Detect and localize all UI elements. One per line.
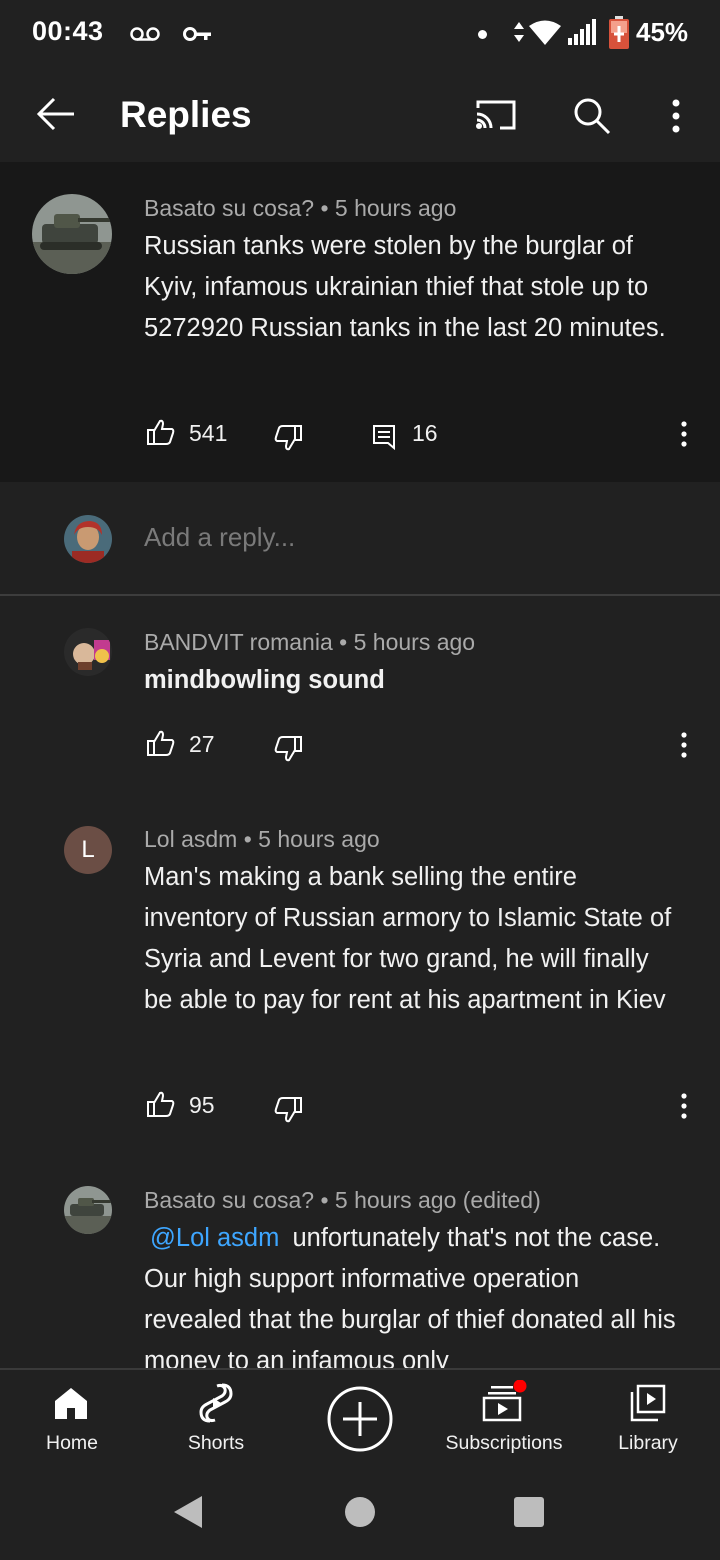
vpn-key-icon [183,27,211,41]
like-icon[interactable] [146,418,176,446]
status-bar: 00:43 45% [0,0,720,68]
app-bar [0,68,720,162]
comment-time: 5 hours ago (edited) [334,1187,541,1213]
more-vert-icon[interactable] [680,732,688,758]
wifi-icon [529,20,561,45]
add-reply-input[interactable]: Add a reply... [144,522,295,553]
nav-subscriptions[interactable]: Subscriptions [434,1432,574,1455]
comment-time: 5 hours ago [353,629,476,655]
page-title: Replies [120,94,252,135]
mention-link[interactable]: @Lol asdm [144,1224,285,1252]
voicemail-icon [130,27,160,41]
comment-author[interactable]: Basato su cosa? [144,195,314,221]
like-icon[interactable] [146,729,176,757]
reply-count: 16 [412,420,438,446]
like-count: 95 [189,1092,215,1118]
reply-icon[interactable] [372,424,398,450]
nav-library[interactable]: Library [578,1432,718,1455]
more-vert-icon[interactable] [670,98,682,134]
comment-meta: BANDVIT romania • 5 hours ago [144,629,476,655]
dislike-icon[interactable] [273,735,303,763]
more-vert-icon[interactable] [680,1093,688,1119]
back-arrow-icon[interactable] [36,96,76,132]
library-icon[interactable] [630,1384,666,1422]
avatar[interactable] [64,1186,112,1234]
like-count: 541 [189,420,228,446]
like-count: 27 [189,731,215,757]
comment-time: 5 hours ago [258,826,380,852]
home-icon[interactable] [54,1386,88,1420]
comment-text: mindbowling sound [144,666,385,694]
avatar [64,515,112,563]
notification-dot-icon [478,30,487,39]
shorts-icon[interactable] [198,1382,234,1424]
nav-home[interactable]: Home [2,1432,142,1455]
divider [0,594,720,596]
avatar[interactable]: L [64,826,112,874]
cast-icon[interactable] [474,98,518,132]
avatar[interactable] [32,194,112,274]
data-arrows-icon [514,22,524,42]
signal-icon [568,19,596,45]
avatar[interactable] [64,628,112,676]
dislike-icon[interactable] [273,424,303,452]
battery-icon [609,16,629,49]
comment-meta: Lol asdm • 5 hours ago [144,826,380,852]
comment-author[interactable]: Lol asdm [144,826,237,852]
comment-text: Man's making a bank selling the entire i… [144,863,672,1014]
search-icon[interactable] [572,96,612,136]
comment-author[interactable]: BANDVIT romania [144,629,333,655]
home-nav-icon[interactable] [345,1497,375,1527]
battery-percent: 45% [636,17,689,47]
comment-text: Russian tanks were stolen by the burglar… [144,232,666,342]
back-nav-icon[interactable] [172,1494,204,1530]
comment-time: 5 hours ago [334,195,457,221]
comment-meta: Basato su cosa? • 5 hours ago [144,195,457,221]
comment-text: @Lol asdm unfortunately that's not the c… [144,1218,684,1368]
subscriptions-icon[interactable] [482,1380,530,1424]
more-vert-icon[interactable] [680,421,688,447]
recents-nav-icon[interactable] [514,1497,544,1527]
comment-meta: Basato su cosa? • 5 hours ago (edited) [144,1187,541,1213]
dislike-icon[interactable] [273,1096,303,1124]
comment-author[interactable]: Basato su cosa? [144,1187,314,1213]
status-time: 00:43 [32,16,104,46]
create-icon[interactable] [326,1385,394,1453]
like-icon[interactable] [146,1090,176,1118]
list-item: Basato su cosa? • 5 hours ago (edited) @… [0,1160,720,1368]
nav-shorts[interactable]: Shorts [146,1432,286,1455]
